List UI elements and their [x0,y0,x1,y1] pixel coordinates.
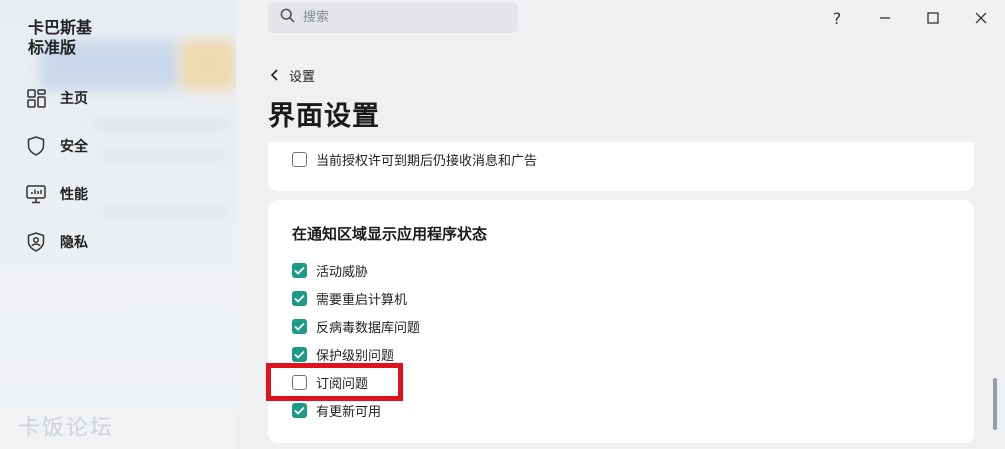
checkbox-label: 当前授权许可到期后仍接收消息和广告 [316,153,538,169]
checkbox-checked[interactable] [292,318,307,334]
checkbox-row[interactable]: 活动威胁 [292,260,368,280]
checkbox-label: 需要重启计算机 [316,292,408,308]
checkbox-row[interactable]: 需要重启计算机 [292,288,407,308]
highlight-box [266,363,403,401]
background-blur [100,205,230,217]
checkbox-checked[interactable] [292,290,307,306]
sidebar-item-performance[interactable]: 性能 [26,182,88,206]
checkbox-row[interactable]: 有更新可用 [292,400,381,420]
page-title: 界面设置 [268,101,380,132]
section-title: 在通知区域显示应用程序状态 [292,225,488,243]
checkmark-icon [294,406,305,415]
maximize-button[interactable] [909,0,957,36]
search-input[interactable] [303,10,503,25]
background-blur [180,40,236,90]
search-icon [280,8,295,27]
checkbox-unchecked[interactable] [292,151,307,167]
settings-card-top: 当前授权许可到期后仍接收消息和广告 [268,142,974,191]
background-blur [90,120,230,130]
close-button[interactable] [957,0,1005,36]
chevron-left-icon [270,66,279,85]
monitor-performance-icon [26,184,46,204]
checkmark-icon [294,294,305,303]
checkbox-row[interactable]: 反病毒数据库问题 [292,316,420,336]
checkmark-icon [294,350,305,359]
background-blur [100,150,230,160]
checkbox-label: 有更新可用 [316,404,382,420]
app-title-line2: 标准版 [28,38,77,57]
checkbox-row[interactable]: 当前授权许可到期后仍接收消息和广告 [292,149,537,169]
sidebar: 卡巴斯基 标准版 主页 安全 性能 隐私 卡饭论坛 [0,0,236,449]
close-icon [975,9,987,28]
checkbox-row[interactable]: 保护级别问题 [292,344,394,364]
app-title: 卡巴斯基 标准版 [28,18,92,58]
search-box[interactable] [268,2,518,33]
maximize-icon [927,9,939,28]
scrollbar-thumb[interactable] [993,378,997,430]
minimize-button[interactable] [861,0,909,36]
sidebar-item-home[interactable]: 主页 [26,86,88,110]
back-label: 设置 [289,70,316,85]
sidebar-item-label: 隐私 [60,235,88,251]
sidebar-item-label: 性能 [60,187,88,203]
checkbox-checked[interactable] [292,262,307,278]
checkbox-label: 活动威胁 [316,264,369,280]
window-controls: ? [813,0,1005,36]
watermark-text: 卡饭论坛 [18,416,115,441]
home-grid-icon [26,88,46,108]
minimize-icon [879,9,891,28]
checkbox-checked[interactable] [292,402,307,418]
sidebar-item-label: 安全 [60,139,88,155]
sidebar-item-label: 主页 [60,91,88,107]
sidebar-item-security[interactable]: 安全 [26,134,88,158]
sidebar-item-privacy[interactable]: 隐私 [26,230,88,254]
checkmark-icon [294,266,305,275]
shield-icon [26,136,46,156]
help-button[interactable]: ? [813,0,861,36]
checkbox-checked[interactable] [292,346,307,362]
checkbox-label: 保护级别问题 [316,348,395,364]
checkbox-label: 反病毒数据库问题 [316,320,421,336]
notification-status-card: 在通知区域显示应用程序状态 活动威胁 需要重启计算机 反病毒数据库问题 保护级别… [268,200,974,443]
privacy-shield-icon [26,232,46,252]
app-title-line1: 卡巴斯基 [28,18,93,37]
back-link[interactable]: 设置 [270,66,315,85]
checkmark-icon [294,322,305,331]
